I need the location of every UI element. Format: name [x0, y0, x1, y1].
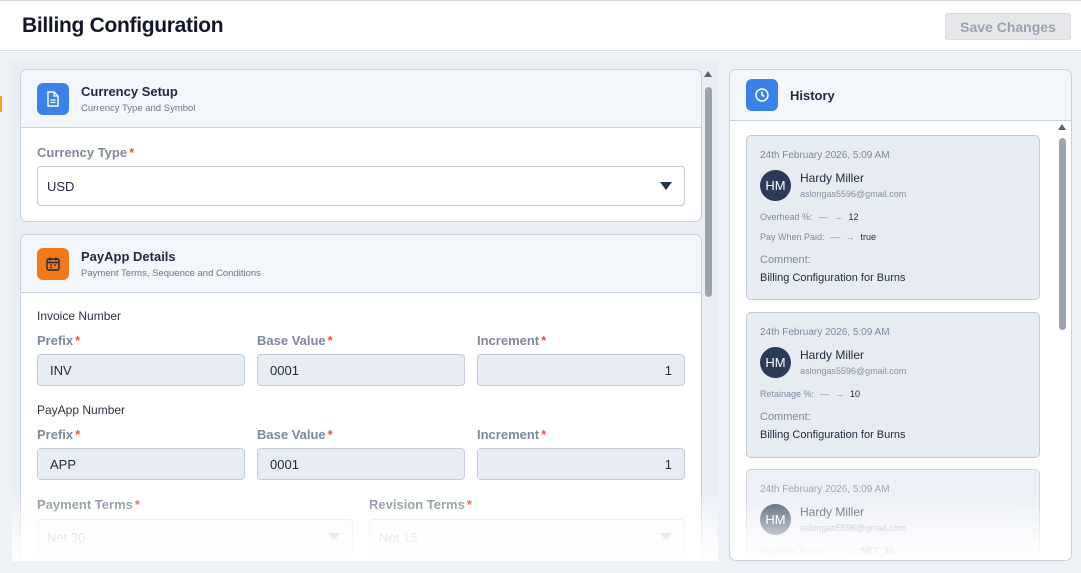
invoice-prefix-label: Prefix * — [37, 333, 81, 348]
payapp-details-card: PayApp Details Payment Terms, Sequence a… — [20, 234, 702, 561]
payapp-base-value-label: Base Value * — [257, 427, 333, 442]
history-scrollbar-thumb[interactable] — [1059, 138, 1066, 330]
calendar-icon — [37, 248, 69, 280]
invoice-increment-input[interactable]: 1 — [477, 354, 685, 386]
change-row: Pay When Paid: — → true — [760, 232, 877, 242]
revision-terms-label: Revision Terms * — [369, 497, 472, 512]
entry-user-name: Hardy Miller — [800, 505, 865, 519]
avatar: HM — [760, 170, 791, 201]
payapp-prefix-input[interactable]: APP — [37, 448, 245, 480]
config-panel: Currency Setup Currency Type and Symbol … — [12, 61, 718, 561]
revision-terms-value: Net 15 — [379, 529, 418, 545]
payment-terms-value: Net 30 — [47, 529, 86, 545]
entry-user-name: Hardy Miller — [800, 348, 865, 362]
document-icon — [37, 83, 69, 115]
entry-user-email: aslongas5596@gmail.com — [800, 523, 907, 533]
payment-terms-label: Payment Terms * — [37, 497, 140, 512]
clock-icon — [746, 79, 778, 111]
history-panel: History 24th February 2026, 5:09 AM HM H… — [729, 69, 1072, 561]
entry-date: 24th February 2026, 5:09 AM — [760, 327, 890, 338]
entry-date: 24th February 2026, 5:09 AM — [760, 150, 890, 161]
invoice-number-label: Invoice Number — [37, 309, 122, 323]
payapp-details-subtitle: Payment Terms, Sequence and Conditions — [81, 268, 261, 279]
entry-user-name: Hardy Miller — [800, 171, 865, 185]
change-row: Payment Terms: — → NET_30 — [760, 546, 894, 556]
history-header: History — [730, 70, 1071, 121]
currency-type-value: USD — [47, 178, 75, 194]
payapp-details-header: PayApp Details Payment Terms, Sequence a… — [21, 235, 701, 293]
config-scrollbar[interactable] — [704, 71, 713, 551]
entry-date: 24th February 2026, 5:09 AM — [760, 484, 890, 495]
payapp-increment-input[interactable]: 1 — [477, 448, 685, 480]
history-entry: 24th February 2026, 5:09 AM HM Hardy Mil… — [746, 312, 1040, 458]
currency-setup-subtitle: Currency Type and Symbol — [81, 103, 196, 114]
page-title: Billing Configuration — [22, 14, 224, 37]
chevron-down-icon — [660, 182, 672, 190]
payapp-prefix-label: Prefix * — [37, 427, 81, 442]
currency-setup-header: Currency Setup Currency Type and Symbol — [21, 70, 701, 128]
left-accent-marker — [0, 96, 2, 112]
currency-setup-card: Currency Setup Currency Type and Symbol … — [20, 69, 702, 222]
payapp-increment-label: Increment * — [477, 427, 547, 442]
scroll-up-arrow-icon[interactable] — [1058, 124, 1066, 130]
currency-setup-title: Currency Setup — [81, 84, 178, 99]
change-row: Retainage %: — → 10 — [760, 389, 861, 399]
save-changes-button[interactable]: Save Changes — [945, 13, 1071, 40]
comment-label: Comment: — [760, 411, 811, 423]
entry-user-email: aslongas5596@gmail.com — [800, 189, 907, 199]
avatar: HM — [760, 504, 791, 535]
change-row: Overhead %: — → 12 — [760, 212, 859, 222]
payment-terms-select[interactable]: Net 30 — [37, 519, 353, 555]
revision-terms-select[interactable]: Net 15 — [369, 519, 685, 555]
payapp-base-value-input[interactable]: 0001 — [257, 448, 465, 480]
scroll-up-arrow-icon[interactable] — [704, 71, 712, 77]
currency-type-select[interactable]: USD — [37, 166, 685, 206]
invoice-prefix-input[interactable]: INV — [37, 354, 245, 386]
top-bar: Billing Configuration Save Changes — [0, 0, 1081, 51]
config-scrollbar-thumb[interactable] — [705, 87, 712, 297]
chevron-down-icon — [328, 533, 340, 541]
history-entry: 24th February 2026, 5:09 AM HM Hardy Mil… — [746, 135, 1040, 300]
currency-type-label: Currency Type * — [37, 145, 135, 160]
entry-user-email: aslongas5596@gmail.com — [800, 366, 907, 376]
history-title: History — [790, 88, 835, 103]
comment-text: Billing Configuration for Burns — [760, 429, 906, 441]
history-entry: 24th February 2026, 5:09 AM HM Hardy Mil… — [746, 469, 1040, 560]
payapp-number-label: PayApp Number — [37, 403, 126, 417]
invoice-base-value-input[interactable]: 0001 — [257, 354, 465, 386]
invoice-increment-label: Increment * — [477, 333, 547, 348]
chevron-down-icon — [660, 533, 672, 541]
comment-text: Billing Configuration for Burns — [760, 272, 906, 284]
avatar: HM — [760, 347, 791, 378]
invoice-base-value-label: Base Value * — [257, 333, 333, 348]
comment-label: Comment: — [760, 254, 811, 266]
payapp-details-title: PayApp Details — [81, 249, 176, 264]
history-scrollbar[interactable] — [1058, 124, 1067, 554]
